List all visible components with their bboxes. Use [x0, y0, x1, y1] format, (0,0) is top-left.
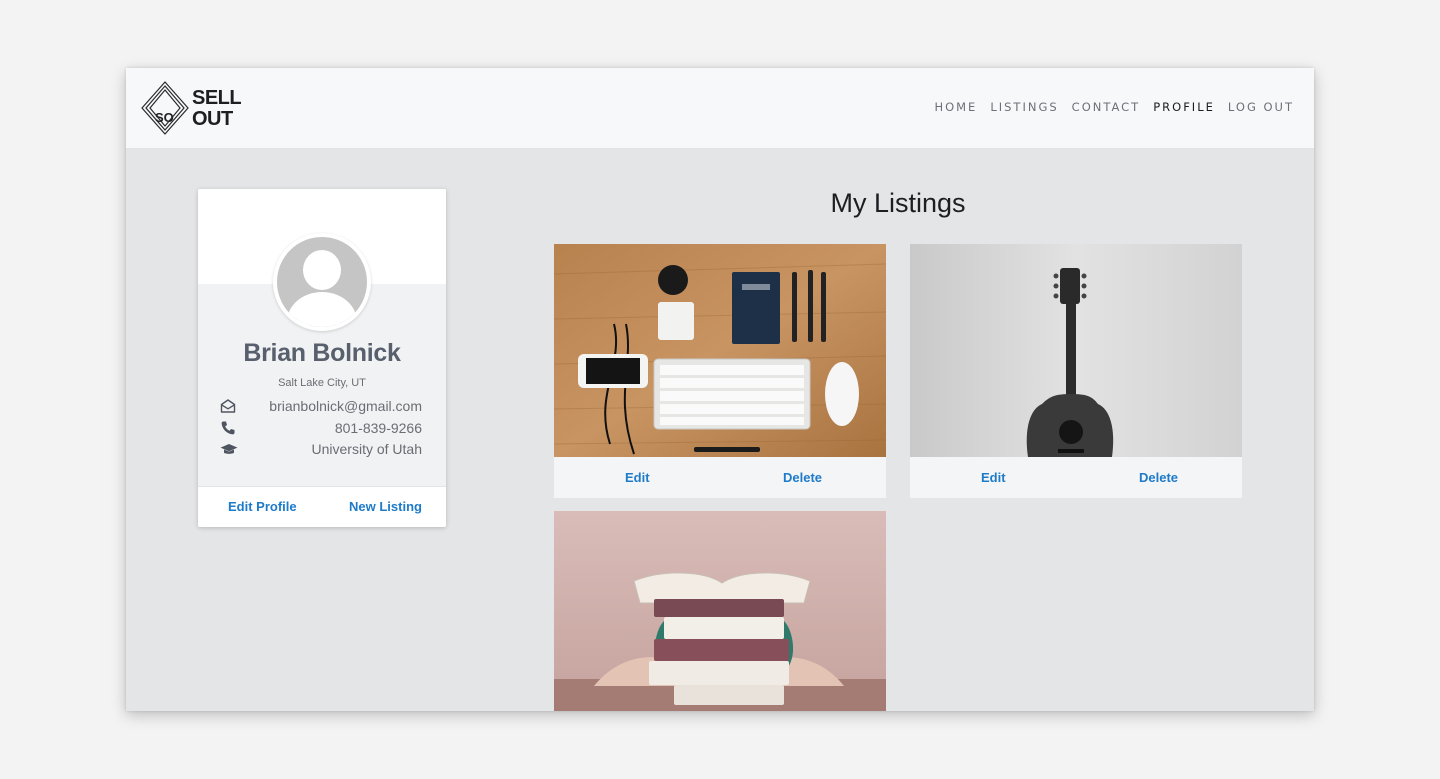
profile-name: Brian Bolnick: [243, 339, 401, 367]
avatar-body-shape: [287, 292, 357, 327]
logo-badge-text: SO: [155, 110, 174, 125]
book-stack-photo[interactable]: [554, 511, 886, 711]
nav-listings[interactable]: LISTINGS: [990, 100, 1058, 114]
profile-school: University of Utah: [311, 441, 422, 457]
logo-word-sell: SELL: [192, 87, 242, 109]
delete-listing-button[interactable]: Delete: [783, 470, 822, 485]
nav-contact[interactable]: CONTACT: [1072, 100, 1141, 114]
desk-flatlay-photo[interactable]: [554, 244, 886, 457]
profile-card-footer: Edit Profile New Listing: [198, 487, 446, 527]
edit-listing-button[interactable]: Edit: [981, 470, 1006, 485]
edit-listing-button[interactable]: Edit: [625, 470, 650, 485]
brand-logo[interactable]: SO SELL OUT: [141, 80, 251, 138]
avatar-head-shape: [303, 250, 341, 290]
nav-profile[interactable]: PROFILE: [1153, 100, 1215, 114]
listing-actions: Edit Delete: [910, 457, 1242, 498]
profile-card: Brian Bolnick Salt Lake City, UT brianbo…: [198, 189, 446, 527]
acoustic-guitar-photo[interactable]: [910, 244, 1242, 457]
phone-row: 801-839-9266: [220, 419, 422, 439]
nav-logout[interactable]: LOG OUT: [1228, 100, 1294, 114]
new-listing-button[interactable]: New Listing: [349, 499, 422, 514]
listing-actions: Edit Delete: [554, 457, 886, 498]
nav-home[interactable]: HOME: [934, 100, 977, 114]
listings-title: My Listings: [830, 188, 966, 218]
email-row: brianbolnick@gmail.com: [220, 397, 422, 417]
navbar: SO SELL OUT HOME LISTINGS CONTACT PROFIL…: [126, 68, 1314, 149]
listing-card: Edit Delete: [910, 244, 1242, 498]
app-window: SO SELL OUT HOME LISTINGS CONTACT PROFIL…: [126, 68, 1314, 711]
profile-location: Salt Lake City, UT: [278, 377, 366, 389]
logo-diamond-icon: [141, 81, 189, 135]
school-row: University of Utah: [220, 440, 422, 460]
profile-email[interactable]: brianbolnick@gmail.com: [269, 398, 422, 414]
edit-profile-button[interactable]: Edit Profile: [228, 499, 297, 514]
delete-listing-button[interactable]: Delete: [1139, 470, 1178, 485]
profile-phone[interactable]: 801-839-9266: [335, 420, 422, 436]
main-nav: HOME LISTINGS CONTACT PROFILE LOG OUT: [921, 100, 1294, 114]
logo-word-out: OUT: [192, 108, 233, 130]
graduation-cap-icon: [220, 441, 238, 457]
phone-icon: [220, 420, 238, 436]
listing-card: [554, 511, 886, 711]
listing-card: Edit Delete: [554, 244, 886, 498]
envelope-open-icon: [220, 398, 238, 414]
avatar: [273, 233, 371, 331]
